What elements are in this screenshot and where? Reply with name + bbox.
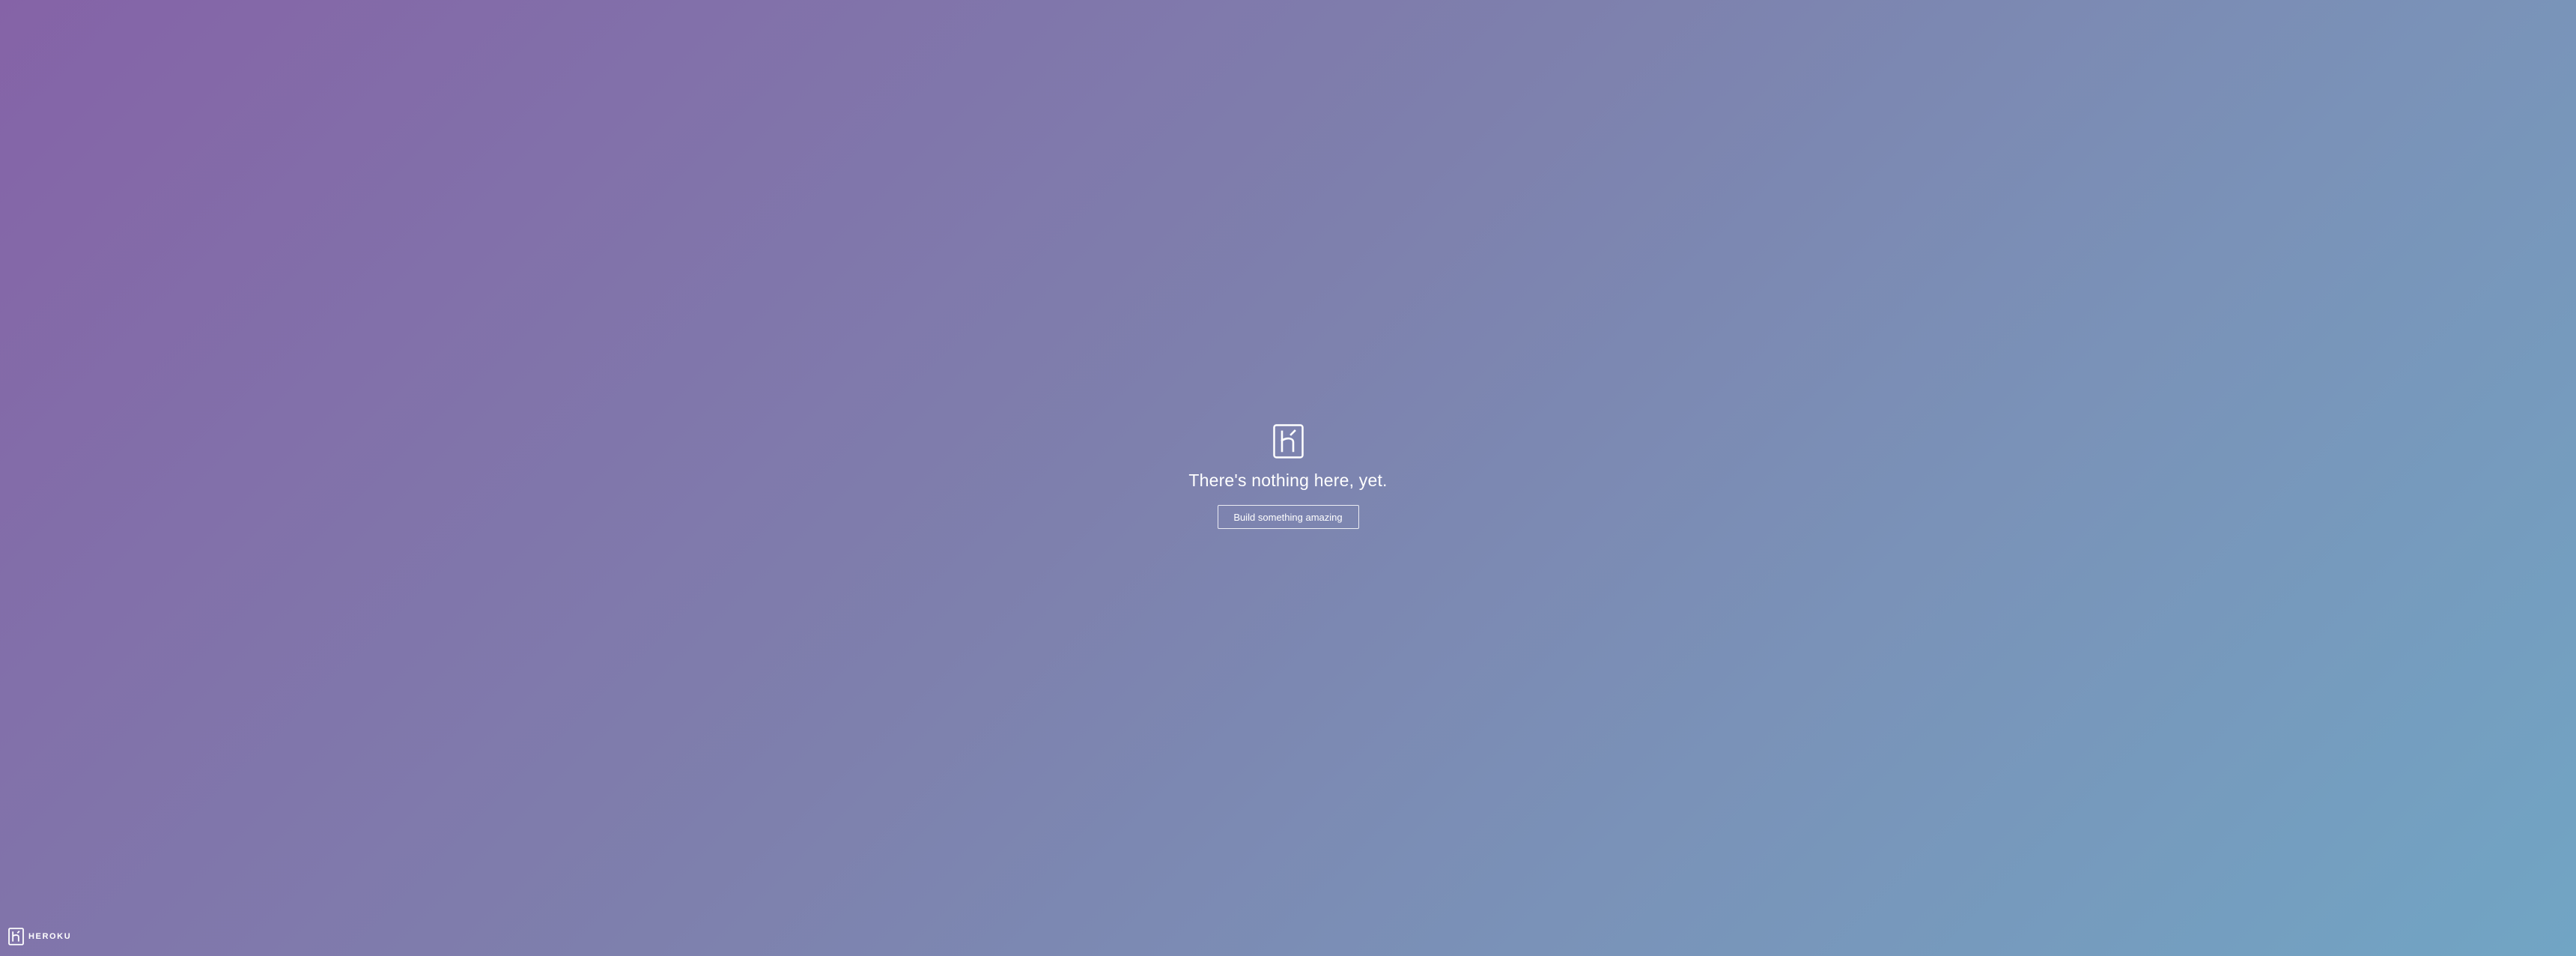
heroku-logo-icon — [1272, 424, 1304, 459]
page-title: There's nothing here, yet. — [1188, 471, 1388, 490]
footer-brand-link[interactable]: HEROKU — [8, 928, 71, 946]
brand-wordmark: HEROKU — [28, 932, 72, 941]
heroku-logo-icon — [8, 928, 24, 946]
empty-state: There's nothing here, yet. Build somethi… — [0, 424, 2576, 530]
build-something-button[interactable]: Build something amazing — [1217, 505, 1359, 530]
